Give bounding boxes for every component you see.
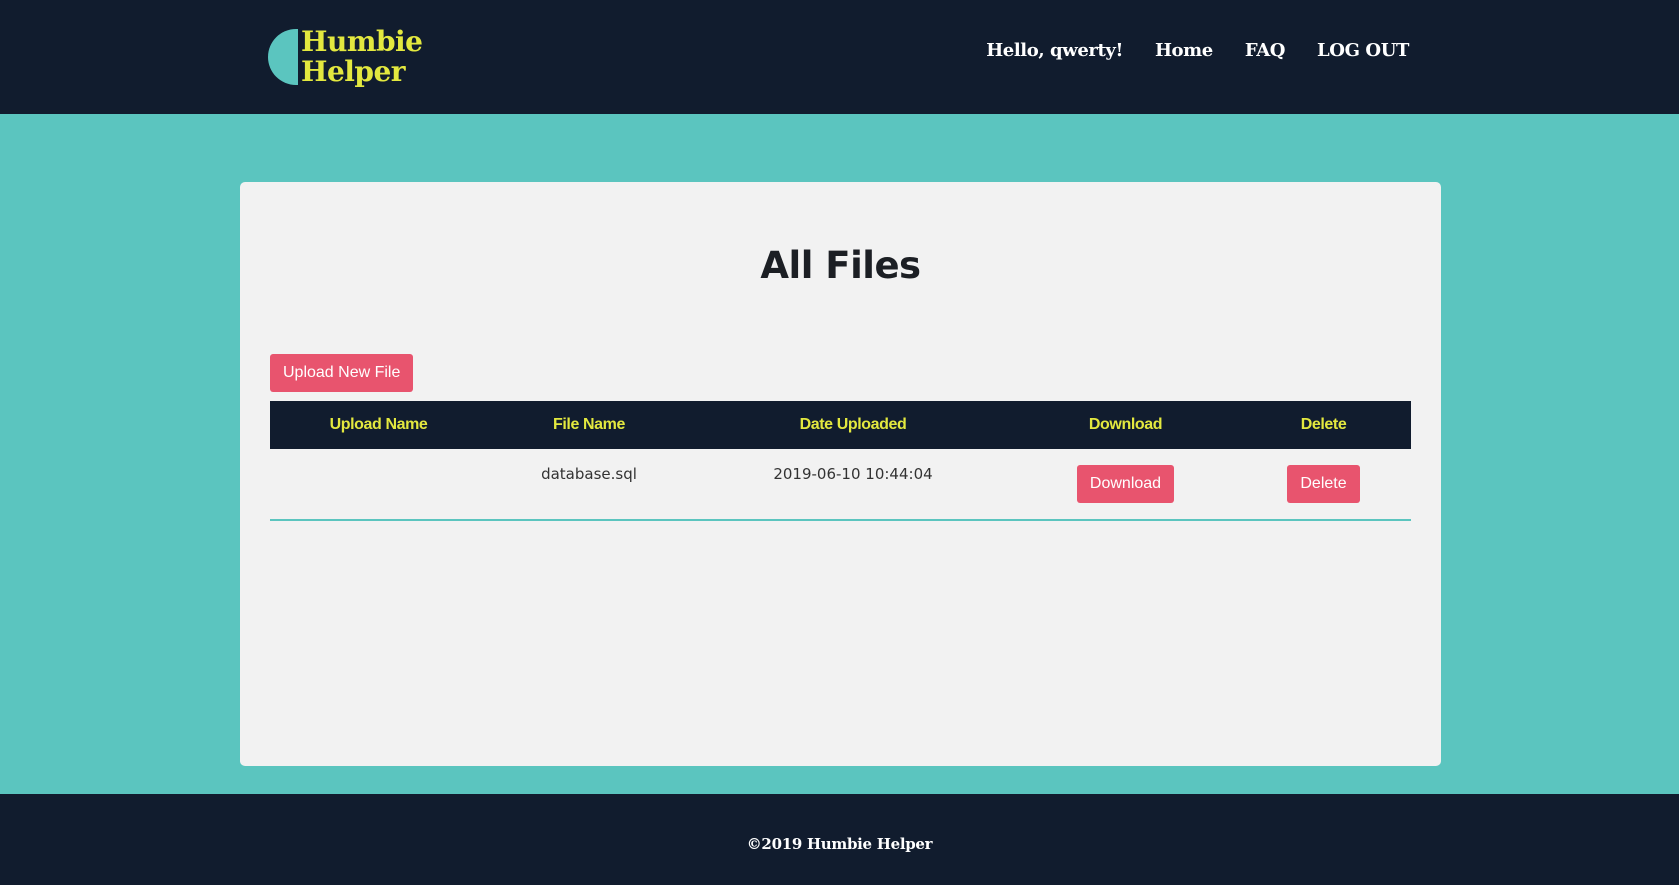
cell-date-uploaded: 2019-06-10 10:44:04 [691, 449, 1015, 521]
download-button[interactable]: Download [1076, 465, 1175, 503]
site-footer: ©2019 Humbie Helper [0, 794, 1679, 885]
half-circle-logo-icon [268, 29, 298, 85]
site-logo[interactable]: Humbie Helper [268, 25, 423, 88]
files-table: Upload Name File Name Date Uploaded Down… [270, 401, 1411, 521]
main-nav: Hello, qwerty! Home FAQ LOG OUT [986, 40, 1409, 61]
column-header-download: Download [1088, 416, 1163, 433]
site-header: Humbie Helper Hello, qwerty! Home FAQ LO… [0, 0, 1679, 114]
nav-logout-link[interactable]: LOG OUT [1317, 40, 1409, 61]
cell-upload-name [270, 449, 487, 521]
table-row: database.sql 2019-06-10 10:44:04 Downloa… [270, 449, 1411, 521]
cell-delete: Delete [1236, 449, 1411, 521]
cell-download: Download [1015, 449, 1236, 521]
column-header-upload-name: Upload Name [329, 416, 428, 433]
upload-new-file-button[interactable]: Upload New File [270, 354, 414, 392]
table-header-row: Upload Name File Name Date Uploaded Down… [270, 401, 1411, 449]
cell-file-name: database.sql [487, 449, 691, 521]
logo-line-2: Helper [301, 55, 406, 88]
nav-home-link[interactable]: Home [1155, 40, 1213, 61]
logo-text: Humbie Helper [301, 25, 423, 88]
nav-greeting-link[interactable]: Hello, qwerty! [986, 40, 1123, 61]
files-card: All Files Upload New File Upload Name Fi… [240, 182, 1441, 766]
logo-line-1: Humbie [301, 25, 423, 58]
delete-button[interactable]: Delete [1287, 465, 1360, 503]
column-header-delete: Delete [1300, 416, 1347, 433]
footer-copyright: ©2019 Humbie Helper [746, 834, 933, 853]
nav-faq-link[interactable]: FAQ [1245, 40, 1286, 61]
column-header-file-name: File Name [553, 416, 625, 433]
page-title: All Files [760, 244, 921, 287]
column-header-date-uploaded: Date Uploaded [799, 416, 907, 433]
